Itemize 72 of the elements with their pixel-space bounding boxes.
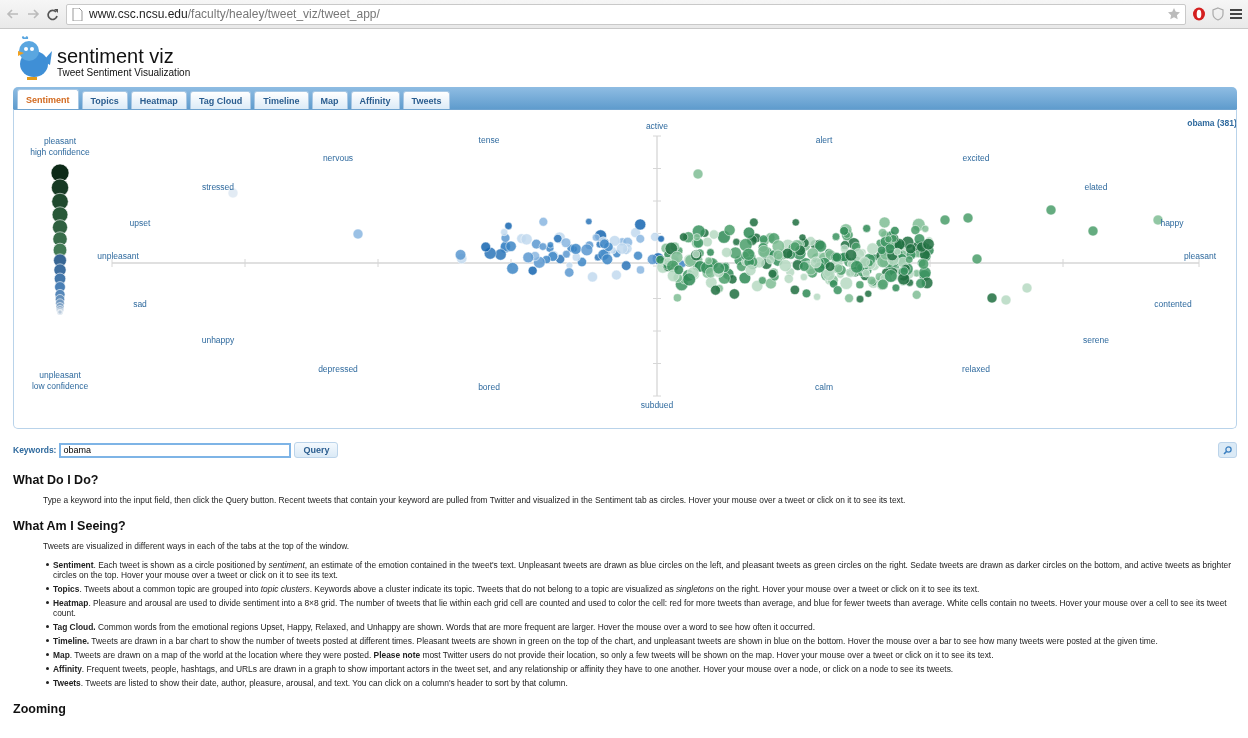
list-item-text: Topics. Tweets about a common topic are grouped into topic clusters. Keywords above a cluster indicate its topic. Tweets that do not belong to a topic are visualized as singletons on the right. Hover your mouse over a tweet or click on it to see its text.	[53, 584, 981, 594]
emotion-label: bored	[478, 382, 500, 392]
list-item-text: Affinity. Frequent tweets, people, hashtags, and URLs are drawn in a graph to show important actors in the tweet set, and any relationship or affinity they have to one another. Hover your mouse over a node, or click on a node to see its tweets.	[53, 664, 955, 674]
paragraph: Tweets are visualized in different ways in each of the tabs at the top of the window.	[43, 541, 351, 551]
address-bar[interactable]: www.csc.ncsu.edu/faculty/healey/tweet_viz/tweet_app/	[66, 3, 1186, 25]
tab[interactable]: Timeline	[254, 91, 309, 109]
forward-icon[interactable]	[26, 8, 40, 20]
bullet-icon	[46, 667, 49, 670]
list-item-text: Tag Cloud. Common words from the emotional regions Upset, Happy, Relaxed, and Unhappy are shown. Words that are more frequent are larger. Hover the mouse over a word to see how often it occurred.	[53, 622, 817, 632]
emotion-label: excited	[962, 153, 990, 163]
star-icon[interactable]	[1168, 8, 1180, 20]
emotion-label: pleasant	[1183, 251, 1217, 261]
list-item-text: Sentiment. Each tweet is shown as a circle positioned by sentiment, an estimate of the emotion contained in the tweet's text. Unpleasant tweets are drawn as blue circles on the left, and pleasant tweets as green circles on the right. Sedate tweets are drawn as darker circles on the bottom, and active tweets as brighter circles on the top. Hover your mouse over a tweet or click on it to see its text.	[53, 560, 1232, 580]
bullet-icon	[46, 563, 49, 566]
legend-label: high confidence	[30, 147, 90, 157]
keywords-label: Keywords:	[13, 445, 57, 455]
list-item-text: Tweets. Tweets are listed to show their date, author, pleasure, arousal, and text. You can click on a column's header to sort by that column.	[53, 678, 569, 688]
emotion-label: nervous	[322, 153, 354, 163]
tab[interactable]: Topics	[81, 91, 128, 109]
emotion-label: stressed	[201, 182, 235, 192]
emotion-label: upset	[129, 218, 151, 228]
emotion-label: sad	[133, 299, 147, 309]
emotion-label: alert	[815, 135, 833, 145]
tab[interactable]: Map	[311, 91, 348, 109]
emotion-label: calm	[815, 382, 833, 392]
emotion-label: elated	[1084, 182, 1108, 192]
tab[interactable]: Sentiment	[17, 89, 79, 109]
magnifier-icon	[1223, 445, 1232, 455]
reload-icon[interactable]	[46, 7, 60, 21]
zoom-button[interactable]	[1218, 442, 1237, 458]
section-heading: What Do I Do?	[13, 473, 100, 487]
paragraph: Type a keyword into the input field, then click the Query button. Recent tweets that contain your keyword are pulled from Twitter and visualized in the Sentiment tab as circles. Hover your mouse over a tweet or click on it to see its text.	[43, 495, 907, 505]
section-heading: What Am I Seeing?	[13, 519, 127, 533]
emotion-label: contented	[1154, 299, 1192, 309]
emotion-label: unpleasant	[97, 251, 139, 261]
bullet-icon	[46, 681, 49, 684]
bullet-icon	[46, 653, 49, 656]
emotion-label: tense	[478, 135, 500, 145]
section-heading: Zooming	[13, 702, 67, 716]
tab[interactable]: Heatmap	[130, 91, 187, 109]
url-text: www.csc.ncsu.edu/faculty/healey/tweet_viz/tweet_app/	[89, 7, 381, 21]
page-icon	[72, 7, 83, 21]
emotion-label: depressed	[318, 364, 358, 374]
bullet-icon	[46, 639, 49, 642]
browser-extension-icon[interactable]	[1192, 7, 1206, 21]
bullet-icon	[46, 625, 49, 628]
emotion-label: active	[645, 121, 669, 131]
menu-icon[interactable]	[1230, 8, 1242, 20]
bullet-icon	[46, 587, 49, 590]
emotion-label: subdued	[640, 400, 674, 410]
emotion-label: unhappy	[201, 335, 235, 345]
bullet-icon	[46, 601, 49, 604]
legend-label: pleasant	[43, 136, 77, 146]
app-title: sentiment viz	[57, 45, 175, 67]
shield-icon[interactable]	[1212, 7, 1224, 21]
emotion-label: happy	[1160, 218, 1184, 228]
tab[interactable]: Tweets	[402, 91, 451, 109]
bird-logo-icon	[15, 35, 53, 81]
emotion-label: relaxed	[962, 364, 990, 374]
list-item-text: Map. Tweets are drawn on a map of the world at the location where they were posted. Please note most Twitter users do not provide their location, so only a few tweets will be shown on the map. Hover your mouse over a tweet or click on it to see its text.	[53, 650, 995, 660]
emotion-label: serene	[1083, 335, 1109, 345]
app-subtitle: Tweet Sentiment Visualization	[57, 67, 191, 78]
legend-label: unpleasant	[39, 370, 81, 380]
query-count-label: obama (381)	[1187, 118, 1236, 128]
list-item-text: Heatmap. Pleasure and arousal are used to divide sentiment into a 8×8 grid. The number of tweets that lie within each grid cell are counted and used to color the cell: red for more tweets than average, and blue for fewer tweets than average. White cells contain no tweets. Hover your mouse over a cell to see its tweet count.	[53, 598, 1228, 618]
list-item-text: Timeline. Tweets are drawn in a bar chart to show the number of tweets posted at different times. Pleasant tweets are shown in green on the top of the chart, and unpleasant tweets are shown in blue on the bottom. Hover the mouse over a bar to see how many tweets were posted at the given time.	[53, 636, 1159, 646]
tab[interactable]: Tag Cloud	[189, 91, 252, 109]
query-button[interactable]: Query	[294, 442, 339, 458]
back-icon[interactable]	[6, 8, 20, 20]
keyword-field[interactable]: obama	[59, 442, 292, 458]
tab[interactable]: Affinity	[350, 91, 400, 109]
legend-label: low confidence	[31, 381, 89, 391]
